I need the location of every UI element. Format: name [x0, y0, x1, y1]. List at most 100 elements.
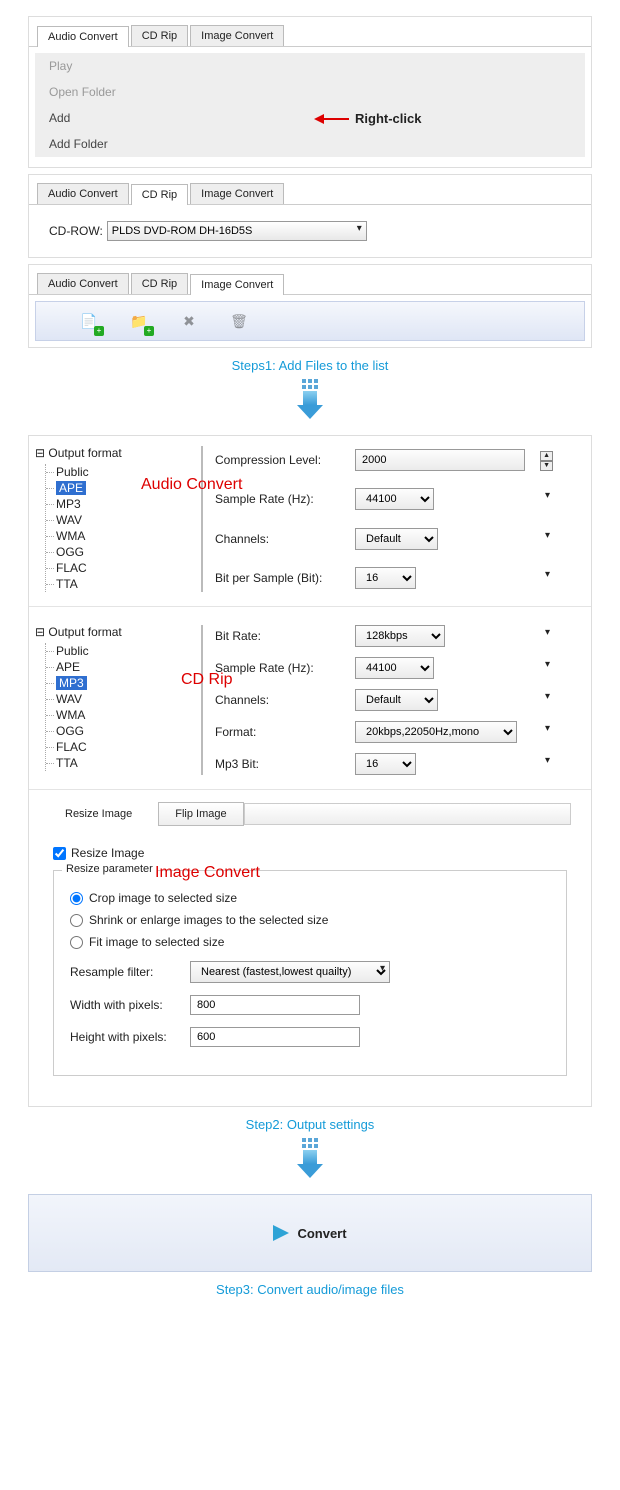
- cdrip-fields: Bit Rate: 128kbps Sample Rate (Hz): 4410…: [215, 615, 591, 785]
- comp-label: Compression Level:: [215, 453, 355, 467]
- tab-resize-image[interactable]: Resize Image: [49, 803, 148, 825]
- height-input[interactable]: [190, 1027, 360, 1047]
- step1-label: Steps1: Add Files to the list: [10, 358, 610, 373]
- tree-item-ape[interactable]: APE: [46, 480, 183, 496]
- panel-cd-rip: Audio Convert CD Rip Image Convert CD-RO…: [28, 174, 592, 258]
- chan-select[interactable]: Default: [355, 689, 438, 711]
- radio-fit-label: Fit image to selected size: [89, 935, 224, 949]
- cd-row: CD-ROW: PLDS DVD-ROM DH-16D5S: [29, 205, 591, 257]
- bitrate-select[interactable]: 128kbps: [355, 625, 445, 647]
- tabbar-2: Audio Convert CD Rip Image Convert: [29, 175, 591, 205]
- format-label: Format:: [215, 725, 355, 739]
- cd-row-select[interactable]: PLDS DVD-ROM DH-16D5S: [107, 221, 367, 241]
- tree-item-public[interactable]: Public: [46, 643, 183, 659]
- rate-select[interactable]: 44100: [355, 488, 434, 510]
- tree-item-public[interactable]: Public: [46, 464, 183, 480]
- image-toolbar: 📄+ 📁+ ✖ 🗑: [35, 301, 585, 341]
- panel-audio-convert: Audio Convert CD Rip Image Convert Play …: [28, 16, 592, 168]
- resize-tabbar: Resize Image Flip Image: [29, 792, 591, 830]
- cd-row-label: CD-ROW:: [49, 224, 103, 238]
- audio-convert-settings: Output format PublicAPEMP3WAVWMAOGGFLACT…: [29, 436, 591, 602]
- tab-flip-image[interactable]: Flip Image: [158, 802, 243, 826]
- tree-item-mp3[interactable]: MP3: [46, 675, 183, 691]
- tree-item-ogg[interactable]: OGG: [46, 544, 183, 560]
- menu-open-folder[interactable]: Open Folder: [35, 79, 585, 105]
- add-folder-icon[interactable]: 📁+: [126, 308, 152, 334]
- fieldset-legend: Resize parameter: [62, 863, 157, 875]
- clear-icon[interactable]: 🗑: [226, 308, 252, 334]
- audio-fields: Compression Level: ▲▼ Sample Rate (Hz): …: [215, 436, 591, 602]
- mp3bit-label: Mp3 Bit:: [215, 757, 355, 771]
- down-arrow-icon: [10, 379, 610, 419]
- resample-label: Resample filter:: [70, 965, 190, 979]
- menu-play[interactable]: Play: [35, 53, 585, 79]
- down-arrow-icon: [10, 1138, 610, 1178]
- convert-button[interactable]: Convert: [28, 1194, 592, 1272]
- convert-label: Convert: [297, 1226, 346, 1241]
- step3-label: Step3: Convert audio/image files: [10, 1282, 610, 1297]
- comp-input[interactable]: [355, 449, 525, 471]
- divider: [201, 625, 203, 775]
- bitrate-label: Bit Rate:: [215, 629, 355, 643]
- tab-bar-rest: [244, 803, 571, 825]
- radio-shrink-label: Shrink or enlarge images to the selected…: [89, 913, 328, 927]
- radio-shrink[interactable]: [70, 914, 83, 927]
- arrow-red-icon: [309, 114, 349, 124]
- cd-rip-settings: Output format PublicAPEMP3WAVWMAOGGFLACT…: [29, 615, 591, 785]
- format-select[interactable]: 20kbps,22050Hz,mono: [355, 721, 517, 743]
- height-label: Height with pixels:: [70, 1030, 190, 1044]
- resize-checkbox[interactable]: [53, 847, 66, 860]
- tree-audio: Output format PublicAPEMP3WAVWMAOGGFLACT…: [29, 436, 189, 602]
- tree-cdrip: Output format PublicAPEMP3WAVWMAOGGFLACT…: [29, 615, 189, 785]
- resize-check-label: Resize Image: [71, 846, 144, 860]
- bit-select[interactable]: 16: [355, 567, 416, 589]
- mp3bit-select[interactable]: 16: [355, 753, 416, 775]
- radio-crop[interactable]: [70, 892, 83, 905]
- tree-item-wma[interactable]: WMA: [46, 528, 183, 544]
- tree-item-flac[interactable]: FLAC: [46, 560, 183, 576]
- width-input[interactable]: [190, 995, 360, 1015]
- rate-label: Sample Rate (Hz):: [215, 492, 355, 506]
- tree-item-mp3[interactable]: MP3: [46, 496, 183, 512]
- tree-item-wav[interactable]: WAV: [46, 512, 183, 528]
- rate-label: Sample Rate (Hz):: [215, 661, 355, 675]
- chan-select[interactable]: Default: [355, 528, 438, 550]
- tab-cd-rip[interactable]: CD Rip: [131, 184, 188, 205]
- play-icon: [273, 1225, 289, 1241]
- tab-cd-rip[interactable]: CD Rip: [131, 273, 188, 294]
- chan-label: Channels:: [215, 693, 355, 707]
- chan-label: Channels:: [215, 532, 355, 546]
- tab-audio-convert[interactable]: Audio Convert: [37, 183, 129, 204]
- context-menu: Play Open Folder Add Add Folder: [35, 53, 585, 157]
- tab-cd-rip[interactable]: CD Rip: [131, 25, 188, 46]
- spin-up-icon[interactable]: ▲: [540, 451, 553, 461]
- width-label: Width with pixels:: [70, 998, 190, 1012]
- tree-item-ape[interactable]: APE: [46, 659, 183, 675]
- tab-audio-convert[interactable]: Audio Convert: [37, 26, 129, 47]
- tree-item-wma[interactable]: WMA: [46, 707, 183, 723]
- tree-item-tta[interactable]: TTA: [46, 576, 183, 592]
- spin-down-icon[interactable]: ▼: [540, 461, 553, 471]
- menu-add-folder[interactable]: Add Folder: [35, 131, 585, 157]
- tree-root[interactable]: Output format: [35, 625, 183, 639]
- radio-crop-label: Crop image to selected size: [89, 891, 237, 905]
- resample-select[interactable]: Nearest (fastest,lowest quailty): [190, 961, 390, 983]
- tree-item-tta[interactable]: TTA: [46, 755, 183, 771]
- tab-image-convert[interactable]: Image Convert: [190, 183, 284, 204]
- tree-root[interactable]: Output format: [35, 446, 183, 460]
- tabbar-3: Audio Convert CD Rip Image Convert: [29, 265, 591, 295]
- tree-item-flac[interactable]: FLAC: [46, 739, 183, 755]
- tab-image-convert[interactable]: Image Convert: [190, 274, 284, 295]
- image-convert-settings: Resize Image Flip Image Resize Image Res…: [29, 792, 591, 1096]
- divider: [201, 446, 203, 592]
- tab-image-convert[interactable]: Image Convert: [190, 25, 284, 46]
- panel-image-convert-top: Audio Convert CD Rip Image Convert 📄+ 📁+…: [28, 264, 592, 348]
- delete-icon[interactable]: ✖: [176, 308, 202, 334]
- tree-item-ogg[interactable]: OGG: [46, 723, 183, 739]
- tab-audio-convert[interactable]: Audio Convert: [37, 273, 129, 294]
- rate-select[interactable]: 44100: [355, 657, 434, 679]
- tree-item-wav[interactable]: WAV: [46, 691, 183, 707]
- right-click-label: Right-click: [355, 111, 421, 126]
- add-file-icon[interactable]: 📄+: [76, 308, 102, 334]
- radio-fit[interactable]: [70, 936, 83, 949]
